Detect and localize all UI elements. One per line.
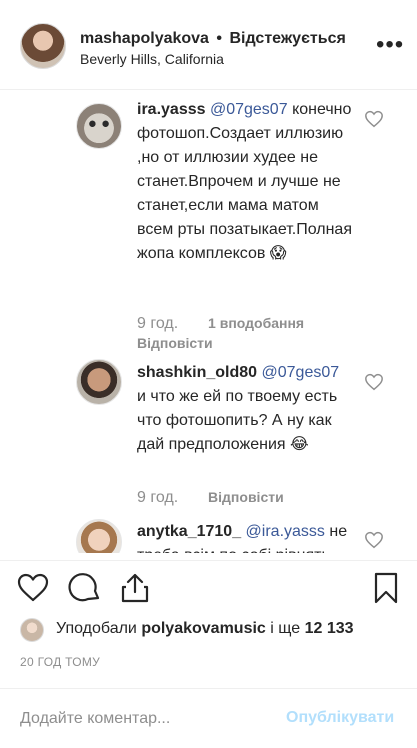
likes-text: Уподобали polyakovamusic і ще 12 133 [56,620,354,638]
comments-list[interactable]: ira.yasss @07ges07 конечно фотошоп.Созда… [0,91,417,553]
comment-content: конечно фотошоп.Создает иллюзию ,но от и… [137,101,352,262]
comment-text: anytka_1710_ @ira.yasss не треба всім по… [137,520,352,553]
comment-like-icon[interactable] [364,373,384,391]
post-header: mashapolyakova • Відстежується Beverly H… [0,0,417,90]
profile-avatar[interactable] [20,23,66,69]
comment-icon[interactable] [68,571,102,605]
comment-like-icon[interactable] [364,531,384,549]
comment-text: shashkin_old80 @07ges07 и что же ей по т… [137,361,352,457]
likes-middle: і ще [270,620,301,637]
comment-username[interactable]: ira.yasss [137,101,206,118]
header-separator: • [216,30,223,47]
more-options-icon[interactable]: ••• [376,33,404,57]
comment-username[interactable]: anytka_1710_ [137,523,241,540]
post-location[interactable]: Beverly Hills, California [80,51,224,67]
comment-mention[interactable]: @07ges07 [262,364,340,381]
post-timestamp[interactable]: 20 ГОД ТОМУ [20,655,100,669]
post-actions [0,560,417,616]
liker-avatar[interactable] [20,618,44,642]
share-icon[interactable] [118,571,152,605]
comment-mention[interactable]: @07ges07 [210,101,288,118]
comment-text: ira.yasss @07ges07 конечно фотошоп.Созда… [137,98,352,266]
cat-avatar[interactable] [76,103,122,149]
bookmark-icon[interactable] [369,571,403,605]
comment-likes[interactable]: 1 вподобання [208,315,304,331]
likes-user[interactable]: polyakovamusic [141,620,266,637]
comment-input[interactable] [20,707,270,731]
post-comment-button[interactable]: Опублікувати [286,709,394,727]
heart-icon[interactable] [16,571,50,605]
header-user-line: mashapolyakova • Відстежується [80,30,346,48]
comment-time[interactable]: 9 год. [137,489,178,506]
comment-content: и что же ей по твоему есть что фотошопит… [137,388,338,453]
add-comment-bar: Опублікувати [0,688,417,748]
man-avatar[interactable] [76,359,122,405]
comment-meta: 9 год. 1 вподобання [137,315,304,333]
comment-like-icon[interactable] [364,110,384,128]
girl-avatar[interactable] [76,519,122,553]
reply-button[interactable]: Відповісти [137,335,213,351]
reply-button[interactable]: Відповісти [208,489,284,505]
likes-count[interactable]: 12 133 [305,620,354,637]
comment-time[interactable]: 9 год. [137,315,178,332]
comment-mention[interactable]: @ira.yasss [246,523,325,540]
header-username[interactable]: mashapolyakova [80,30,209,47]
likes-prefix: Уподобали [56,620,137,637]
comment-meta: 9 год. Відповісти [137,489,284,507]
follow-status[interactable]: Відстежується [229,30,345,47]
comment-username[interactable]: shashkin_old80 [137,364,257,381]
